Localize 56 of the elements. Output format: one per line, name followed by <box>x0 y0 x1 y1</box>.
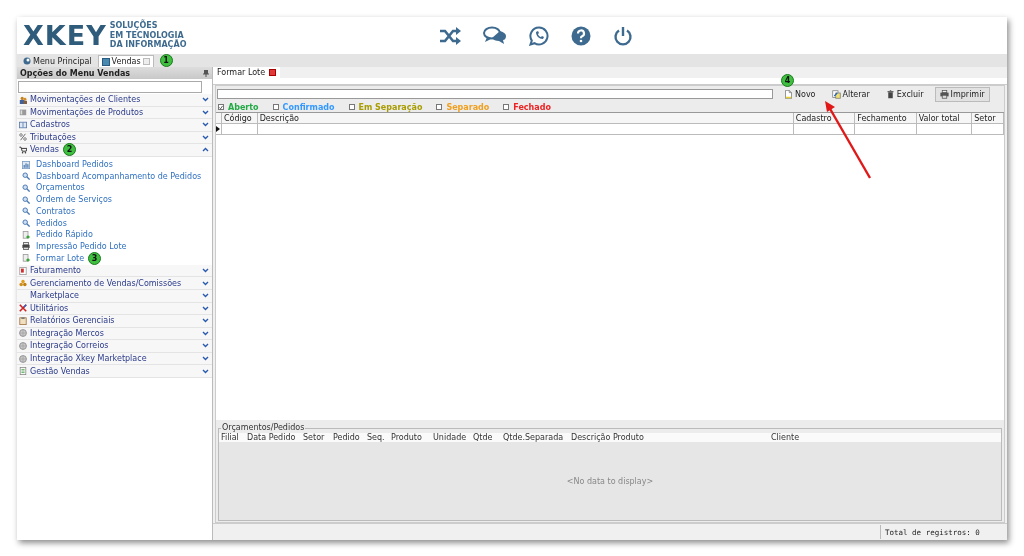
column-header[interactable]: Setor <box>301 433 331 442</box>
document-tab[interactable]: Formar Lote <box>213 67 281 78</box>
menu-item[interactable]: Contratos <box>36 206 76 216</box>
main-tab[interactable]: Vendas <box>97 55 154 67</box>
filter-label: Em Separação <box>358 102 423 112</box>
main-tab[interactable]: Menu Principal <box>19 55 96 67</box>
menu-item[interactable]: Formar Lote <box>36 253 85 263</box>
column-header[interactable]: Fechamento <box>855 113 917 123</box>
menu-group[interactable]: Vendas 2 <box>17 144 212 157</box>
panel-title: Opções do Menu Vendas <box>20 68 131 78</box>
filter-label: Aberto <box>228 102 259 112</box>
toolbar-button[interactable]: Novo <box>779 86 821 102</box>
column-header[interactable]: Setor <box>972 113 1004 123</box>
step-badge: 3 <box>88 251 102 265</box>
column-header[interactable]: Produto <box>389 433 431 442</box>
menu-item[interactable]: Impressão Pedido Lote <box>36 241 127 251</box>
column-header[interactable]: Cadastro <box>793 113 856 123</box>
menu-group[interactable]: Cadastros <box>17 119 212 132</box>
logo-tagline: SOLUÇÕES EM TECNOLOGIA DA INFORMAÇÃO <box>109 21 187 50</box>
step-badge: 4 <box>781 73 794 87</box>
column-header[interactable]: Filial <box>219 433 245 442</box>
column-header[interactable]: Descrição <box>257 113 794 123</box>
column-header[interactable]: Descrição Produto <box>569 433 769 442</box>
menu-group[interactable]: Relatórios Gerenciais <box>17 315 212 328</box>
toolbar-button[interactable]: Imprimir <box>934 86 990 102</box>
column-header[interactable]: Seq. <box>365 433 389 442</box>
column-header[interactable]: Pedido <box>331 433 365 442</box>
toolbar-button[interactable]: Alterar <box>826 86 875 102</box>
toolbar-button[interactable]: Excluir <box>880 86 929 102</box>
empty-message: <No data to display> <box>566 476 654 486</box>
menu-group[interactable]: Faturamento <box>17 264 212 278</box>
filter-label: Fechado <box>513 102 551 112</box>
step-badge: 1 <box>159 54 173 67</box>
menu-item[interactable]: Ordem de Serviços <box>36 195 113 205</box>
step-badge: 2 <box>63 143 76 157</box>
menu-group[interactable]: Movimentações de Clientes <box>17 94 212 107</box>
column-header[interactable]: Unidade <box>431 433 471 442</box>
group-title: Orçamentos/Pedidos <box>221 423 306 432</box>
menu-item[interactable]: Pedidos <box>36 218 67 228</box>
logo: XKEY <box>23 22 107 49</box>
menu-group[interactable]: Gestão Vendas <box>17 365 212 378</box>
menu-item[interactable]: Orçamentos <box>36 183 85 193</box>
column-header[interactable]: Data Pedido <box>245 433 301 442</box>
column-header[interactable]: Qtde <box>471 433 501 442</box>
menu-group[interactable]: Marketplace <box>17 290 212 303</box>
menu-item[interactable]: Pedido Rápido <box>36 230 93 240</box>
column-header[interactable]: Cliente <box>769 433 969 442</box>
menu-item[interactable]: Dashboard Pedidos <box>36 160 113 170</box>
menu-group[interactable]: Integração Correios <box>17 340 212 353</box>
filter-label: Confirmado <box>282 102 335 112</box>
menu-item[interactable]: Dashboard Acompanhamento de Pedidos <box>36 171 202 181</box>
menu-group[interactable]: Gerenciamento de Vendas/Comissões <box>17 277 212 290</box>
column-header[interactable]: Código <box>221 113 258 123</box>
column-header[interactable]: Valor total <box>916 113 973 123</box>
column-header[interactable]: Qtde.Separada <box>501 433 569 442</box>
filter-label: Separado <box>446 102 490 112</box>
